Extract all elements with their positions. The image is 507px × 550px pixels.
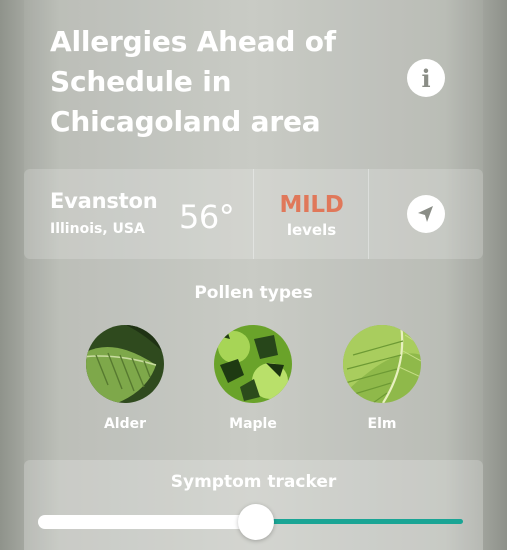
pollen-label: Elm xyxy=(367,416,397,432)
symptom-tracker-card: Symptom tracker xyxy=(24,460,483,550)
pollen-label: Alder xyxy=(103,416,147,432)
locate-button[interactable] xyxy=(407,195,445,233)
elm-leaf-image xyxy=(343,325,421,403)
slider-track-filled[interactable] xyxy=(38,515,256,529)
alder-leaf-image xyxy=(86,325,164,403)
info-icon: i xyxy=(421,63,431,93)
city-name: Evanston xyxy=(50,189,158,213)
slider-thumb[interactable] xyxy=(238,504,274,540)
divider xyxy=(368,169,369,259)
symptom-tracker-title: Symptom tracker xyxy=(170,472,337,492)
location-arrow-icon xyxy=(418,206,433,222)
pollen-label: Maple xyxy=(229,416,277,432)
pollen-level-suffix: levels xyxy=(286,221,337,239)
region-name: Illinois, USA xyxy=(50,221,145,237)
info-button[interactable]: i xyxy=(407,59,445,97)
pollen-types-heading: Pollen types xyxy=(194,283,313,303)
headline: Allergies Ahead of Schedule in Chicagola… xyxy=(50,25,336,138)
pollen-type-elm[interactable]: Elm xyxy=(327,325,437,432)
maple-leaf-image xyxy=(214,325,292,403)
pollen-type-alder[interactable]: Alder xyxy=(70,325,180,432)
temperature: 56° xyxy=(179,198,235,236)
pollen-type-maple[interactable]: Maple xyxy=(198,325,308,432)
slider-track-remaining[interactable] xyxy=(269,519,463,524)
location-card: Evanston Illinois, USA 56° MILD levels xyxy=(24,169,483,259)
pollen-level: MILD xyxy=(279,192,344,218)
